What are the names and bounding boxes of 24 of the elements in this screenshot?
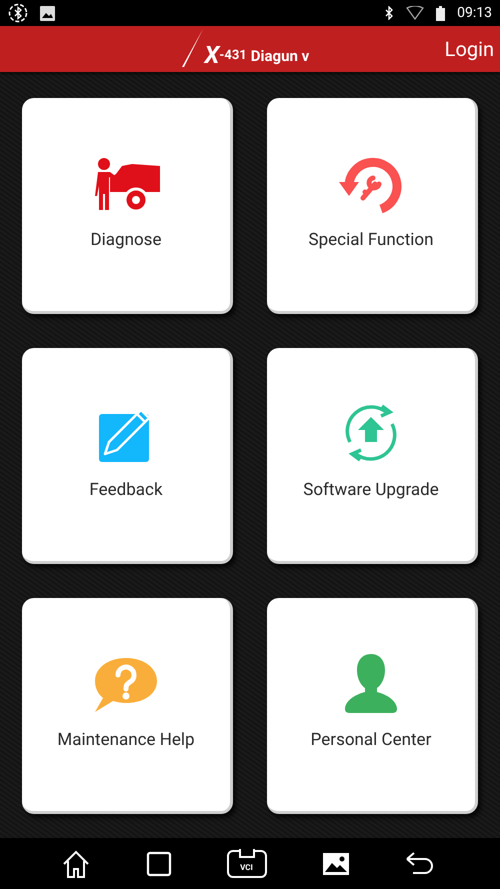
logo-name: Diagun v [250, 46, 310, 67]
vci-button[interactable]: VCI [226, 850, 266, 878]
back-icon[interactable] [404, 850, 434, 876]
menu-tile[interactable]: Diagnose [22, 98, 233, 314]
menu-tile[interactable]: Special Function [267, 98, 478, 314]
gallery-icon[interactable] [322, 852, 350, 876]
person-icon [344, 652, 398, 714]
menu-tile[interactable]: Software Upgrade [267, 348, 478, 564]
home-icon[interactable] [60, 848, 90, 878]
menu-tile[interactable]: Maintenance Help [22, 598, 233, 814]
logo-swoosh-icon [181, 29, 204, 69]
login-link[interactable]: Login [444, 34, 500, 64]
bluetooth-badge-icon [8, 3, 28, 23]
menu-tile[interactable]: Feedback [22, 348, 233, 564]
bluetooth-icon [385, 6, 394, 20]
status-time: 09:13 [457, 4, 492, 22]
image-icon [40, 6, 55, 20]
wifi-icon [406, 6, 424, 20]
question-bubble-icon [93, 656, 159, 714]
logo-mark: X [204, 41, 220, 69]
recent-apps-icon[interactable] [146, 850, 172, 876]
logo-model: -431 [219, 48, 247, 65]
battery-icon [436, 6, 446, 20]
menu-tile[interactable]: Personal Center [267, 598, 478, 814]
